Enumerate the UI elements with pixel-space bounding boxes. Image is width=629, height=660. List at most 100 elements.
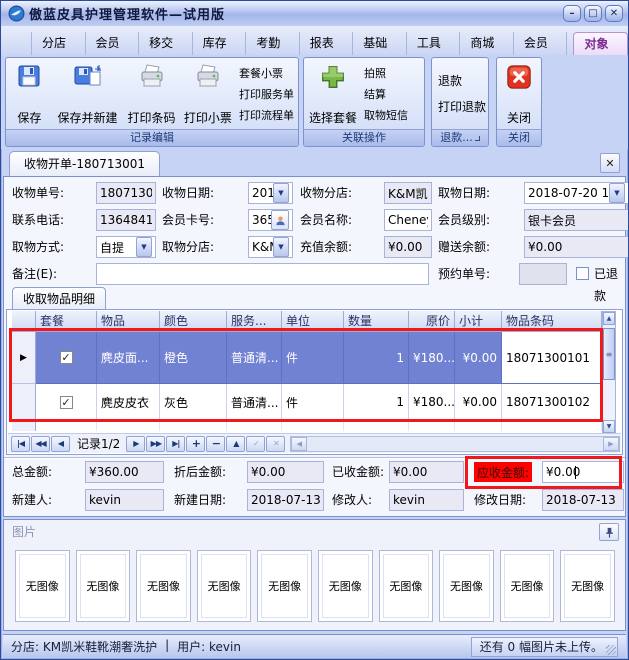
grid-header-qty[interactable]: 数量: [344, 311, 409, 332]
cell-barcode[interactable]: 18071300102: [502, 384, 602, 421]
tab-tools[interactable]: 工具面: [407, 32, 461, 55]
member-card-field[interactable]: 365: [248, 209, 293, 231]
take-photo-button[interactable]: 拍照: [364, 65, 420, 81]
nav-cancel-button[interactable]: ✕: [266, 436, 285, 452]
tab-store-receive[interactable]: 分店收: [31, 32, 86, 55]
grid-header-package[interactable]: 套餐: [36, 311, 97, 332]
grid-header-unit[interactable]: 单位: [282, 311, 344, 332]
picture-slot[interactable]: 无图像: [136, 550, 191, 622]
tab-member-activity[interactable]: 会员活: [514, 32, 568, 55]
scroll-down-icon[interactable]: ▼: [603, 420, 615, 433]
close-form-button[interactable]: 关闭: [498, 60, 540, 127]
checked-checkbox[interactable]: ✓: [60, 351, 73, 364]
grid-header-color[interactable]: 颜色: [160, 311, 227, 332]
pin-button[interactable]: [599, 523, 619, 541]
nav-last-button[interactable]: ▶|: [166, 436, 185, 452]
chevron-down-icon[interactable]: ▼: [273, 237, 289, 257]
receivable-amount-field[interactable]: ¥0.00: [542, 461, 624, 483]
grid-row-2[interactable]: ✓ 麂皮皮衣 灰色 普通清... 件 1 ¥180... ¥0.00 18071…: [12, 384, 602, 421]
picture-slot[interactable]: 无图像: [379, 550, 434, 622]
grid-header-service[interactable]: 服务...: [227, 311, 282, 332]
tab-inventory[interactable]: 库存管: [193, 32, 247, 55]
grid-header-item[interactable]: 物品: [97, 311, 160, 332]
scroll-right-icon[interactable]: ▶: [603, 437, 619, 451]
remark-input[interactable]: [96, 263, 429, 285]
member-lookup-button[interactable]: [271, 210, 289, 230]
nav-delete-row-button[interactable]: −: [206, 436, 225, 452]
scroll-up-icon[interactable]: ▲: [603, 312, 615, 325]
chevron-down-icon[interactable]: ▼: [136, 237, 152, 257]
cell-service[interactable]: 普通清...: [227, 384, 282, 421]
cell-subtotal[interactable]: ¥0.00: [455, 332, 502, 384]
receipt-date-field[interactable]: 2018▼: [248, 182, 293, 204]
resize-grip[interactable]: [606, 645, 616, 655]
group-caption-refund[interactable]: 退款...: [432, 129, 488, 146]
nav-next-page-button[interactable]: ▶▶: [146, 436, 165, 452]
cell-qty[interactable]: 1: [344, 332, 409, 384]
select-package-button[interactable]: 选择套餐: [305, 60, 361, 127]
cell-service[interactable]: 普通清...: [227, 332, 282, 384]
refund-button[interactable]: 退款: [438, 72, 486, 89]
picture-slot[interactable]: 无图像: [15, 550, 70, 622]
refunded-checkbox[interactable]: [576, 267, 589, 280]
tab-basic-data[interactable]: 基础资: [353, 32, 407, 55]
detail-items-tab[interactable]: 收取物品明细: [12, 287, 106, 310]
scroll-left-icon[interactable]: ◀: [291, 437, 307, 451]
window-close-button[interactable]: ✕: [605, 5, 623, 22]
picture-slot[interactable]: 无图像: [76, 550, 131, 622]
print-barcode-button[interactable]: 打印条码: [123, 60, 179, 127]
maximize-button[interactable]: □: [584, 5, 602, 22]
pickup-sms-button[interactable]: 取物短信: [364, 107, 420, 123]
cell-color[interactable]: 灰色: [160, 384, 227, 421]
checked-checkbox[interactable]: ✓: [60, 396, 73, 409]
print-service-sheet-button[interactable]: 打印服务单: [239, 86, 294, 102]
tab-attendance[interactable]: 考勤管: [246, 32, 300, 55]
scrollbar-thumb[interactable]: ≡: [603, 328, 615, 380]
grid-row-1[interactable]: ▶ ✓ 麂皮面... 橙色 普通清... 件 1 ¥180... ¥0.00 1…: [12, 332, 602, 384]
nav-add-row-button[interactable]: +: [186, 436, 205, 452]
picture-slot[interactable]: 无图像: [257, 550, 312, 622]
cell-unit[interactable]: 件: [282, 384, 344, 421]
cell-qty[interactable]: 1: [344, 384, 409, 421]
pickup-method-field[interactable]: 自提▼: [96, 236, 156, 258]
member-name-field[interactable]: Cheney: [384, 209, 432, 231]
picture-slot[interactable]: 无图像: [439, 550, 494, 622]
cell-item[interactable]: 麂皮皮衣: [97, 384, 160, 421]
tab-transfer[interactable]: 移交物: [139, 32, 193, 55]
cell-color[interactable]: 橙色: [160, 332, 227, 384]
tab-members[interactable]: 会员管: [86, 32, 140, 55]
cell-price[interactable]: ¥180...: [409, 384, 455, 421]
nav-post-button[interactable]: ✓: [246, 436, 265, 452]
print-receipt-button[interactable]: 打印小票: [180, 60, 236, 127]
chevron-down-icon[interactable]: ▼: [273, 183, 289, 203]
pickup-date-field[interactable]: 2018-07-20 11:▼: [524, 182, 629, 204]
tab-mall-settings[interactable]: 商城设: [460, 32, 514, 55]
nav-next-button[interactable]: ▶: [126, 436, 145, 452]
grid-header-subtotal[interactable]: 小计: [455, 311, 502, 332]
document-close-button[interactable]: ✕: [600, 153, 620, 173]
picture-slot[interactable]: 无图像: [318, 550, 373, 622]
print-refund-button[interactable]: 打印退款: [438, 98, 486, 115]
minimize-button[interactable]: –: [563, 5, 581, 22]
cell-unit[interactable]: 件: [282, 332, 344, 384]
cell-item[interactable]: 麂皮面...: [97, 332, 160, 384]
nav-prev-page-button[interactable]: ◀◀: [31, 436, 50, 452]
tab-reports[interactable]: 报表中: [300, 32, 354, 55]
chevron-down-icon[interactable]: ▼: [609, 183, 625, 203]
grid-header-price[interactable]: 原价: [409, 311, 455, 332]
cell-barcode[interactable]: 18071300101: [502, 332, 602, 384]
save-and-new-button[interactable]: 保存并新建: [52, 60, 124, 127]
tab-object-management[interactable]: 对象管: [573, 32, 628, 55]
nav-edit-button[interactable]: ▲: [226, 436, 245, 452]
nav-prev-button[interactable]: ◀: [51, 436, 70, 452]
picture-slot[interactable]: 无图像: [500, 550, 555, 622]
picture-slot[interactable]: 无图像: [197, 550, 252, 622]
package-receipt-button[interactable]: 套餐小票: [239, 65, 294, 81]
settle-button[interactable]: 结算: [364, 86, 420, 102]
save-button[interactable]: 保存: [7, 60, 52, 127]
phone-field[interactable]: 13648416: [96, 209, 156, 231]
grid-header-barcode[interactable]: 物品条码: [502, 311, 602, 332]
picture-slot[interactable]: 无图像: [560, 550, 615, 622]
pickup-store-field[interactable]: K&M▼: [248, 236, 293, 258]
document-tab-receipt[interactable]: 收物开单-180713001: [9, 151, 160, 176]
